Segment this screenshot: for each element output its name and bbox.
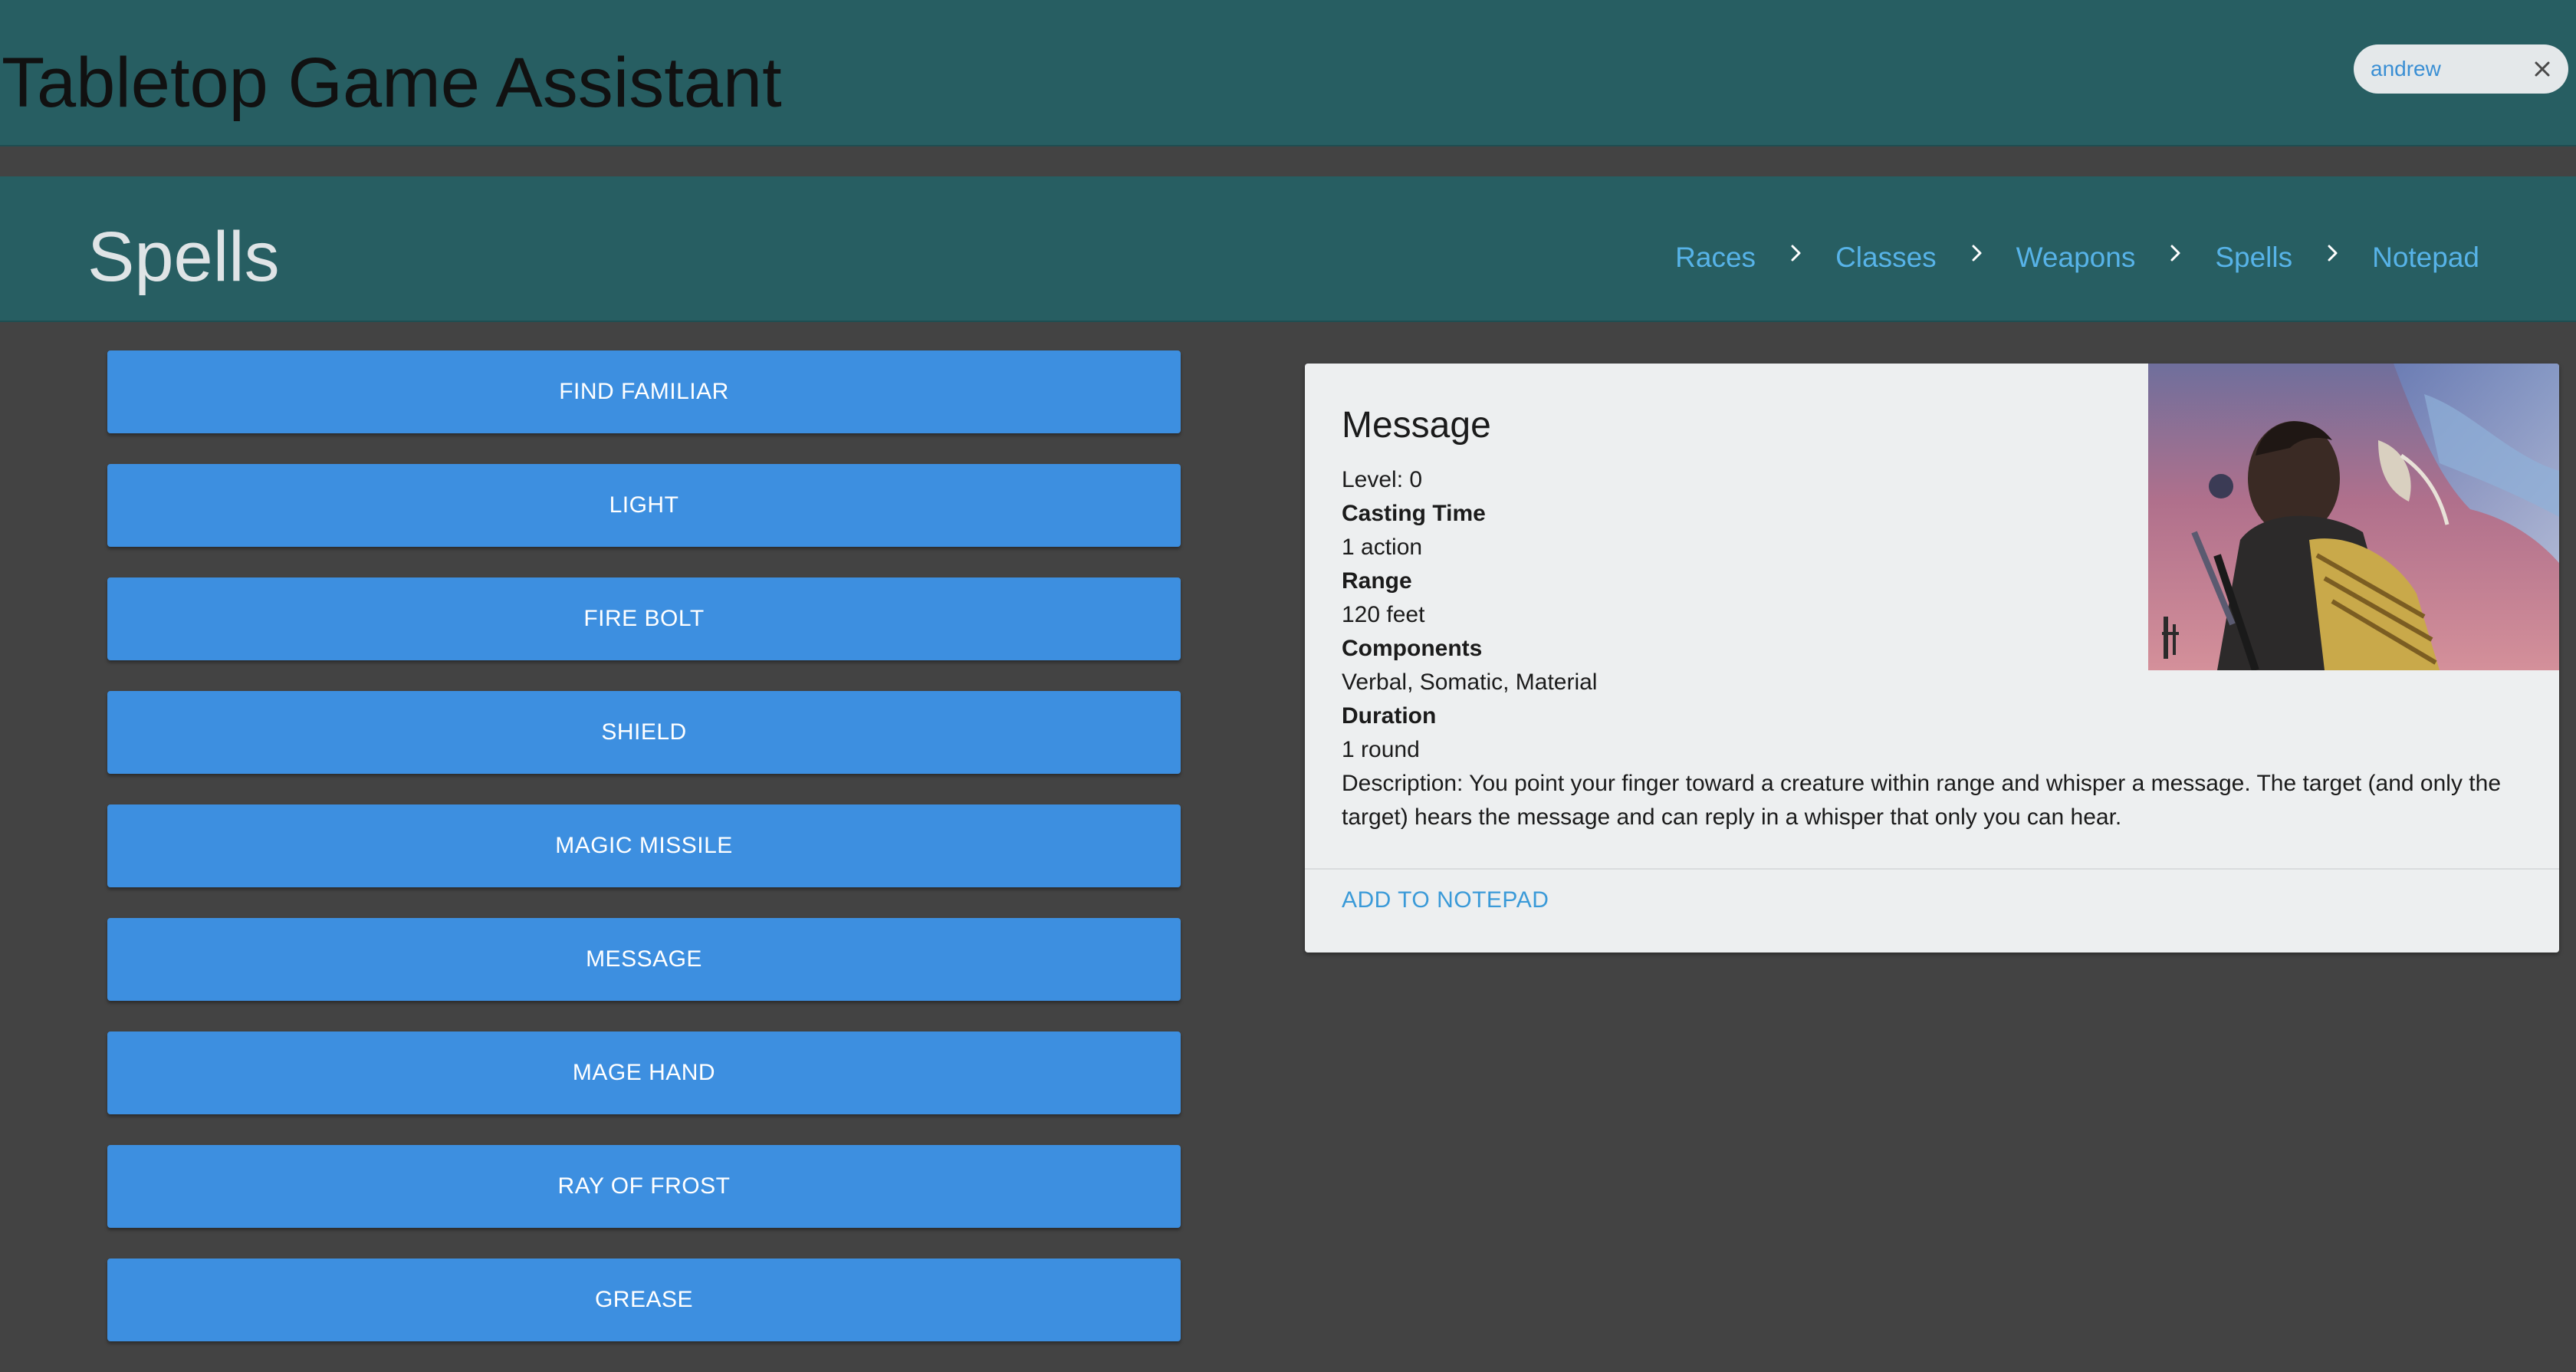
breadcrumb: Races Classes Weapons Spells Notepad bbox=[1675, 236, 2479, 279]
spell-button-fire-bolt[interactable]: FIRE BOLT bbox=[107, 577, 1181, 660]
breadcrumb-link-races[interactable]: Races bbox=[1675, 242, 1756, 274]
breadcrumb-link-weapons[interactable]: Weapons bbox=[2016, 242, 2136, 274]
spell-button-light[interactable]: LIGHT bbox=[107, 464, 1181, 547]
spell-detail-card: Message Level: 0 Casting Time 1 action R… bbox=[1305, 364, 2559, 953]
range-value: 120 feet bbox=[1342, 602, 1425, 627]
spell-button-find-familiar[interactable]: FIND FAMILIAR bbox=[107, 350, 1181, 433]
breadcrumb-link-spells[interactable]: Spells bbox=[2215, 242, 2292, 274]
app-title: Tabletop Game Assistant bbox=[2, 44, 782, 122]
user-chip-label: andrew bbox=[2371, 57, 2441, 81]
casting-time-label: Casting Time bbox=[1342, 501, 1486, 526]
breadcrumb-link-notepad[interactable]: Notepad bbox=[2372, 242, 2479, 274]
casting-time-value: 1 action bbox=[1342, 535, 1423, 560]
spell-button-grease[interactable]: GREASE bbox=[107, 1258, 1181, 1341]
components-label: Components bbox=[1342, 636, 1483, 661]
breadcrumb-link-classes[interactable]: Classes bbox=[1835, 242, 1937, 274]
components-value: Verbal, Somatic, Material bbox=[1342, 670, 1598, 695]
page-title: Spells bbox=[87, 218, 280, 296]
duration-label: Duration bbox=[1342, 703, 1437, 729]
spell-list: FIND FAMILIAR LIGHT FIRE BOLT SHIELD MAG… bbox=[107, 350, 1181, 1372]
spell-button-ray-of-frost[interactable]: RAY OF FROST bbox=[107, 1145, 1181, 1228]
spell-button-magic-missile[interactable]: MAGIC MISSILE bbox=[107, 804, 1181, 887]
close-icon[interactable] bbox=[2528, 55, 2556, 83]
card-divider bbox=[1305, 868, 2559, 870]
spell-description: Description: You point your finger towar… bbox=[1342, 771, 2501, 830]
chevron-right-icon bbox=[2170, 245, 2180, 262]
chevron-right-icon bbox=[2328, 245, 2338, 262]
chevron-right-icon bbox=[1791, 245, 1801, 262]
spell-details: Message Level: 0 Casting Time 1 action R… bbox=[1342, 400, 2522, 834]
duration-value: 1 round bbox=[1342, 737, 1420, 762]
range-label: Range bbox=[1342, 568, 1412, 594]
user-chip[interactable]: andrew bbox=[2354, 44, 2568, 94]
add-to-notepad-button[interactable]: ADD TO NOTEPAD bbox=[1342, 877, 1549, 923]
spell-button-shield[interactable]: SHIELD bbox=[107, 691, 1181, 774]
chevron-right-icon bbox=[1972, 245, 1982, 262]
spell-name: Message bbox=[1342, 405, 1491, 446]
spell-level: Level: 0 bbox=[1342, 467, 1423, 492]
spell-button-mage-hand[interactable]: MAGE HAND bbox=[107, 1031, 1181, 1114]
page-header: Spells Races Classes Weapons Spells Note… bbox=[0, 176, 2576, 322]
app-header: Tabletop Game Assistant andrew bbox=[0, 0, 2576, 146]
spell-button-message[interactable]: MESSAGE bbox=[107, 918, 1181, 1001]
